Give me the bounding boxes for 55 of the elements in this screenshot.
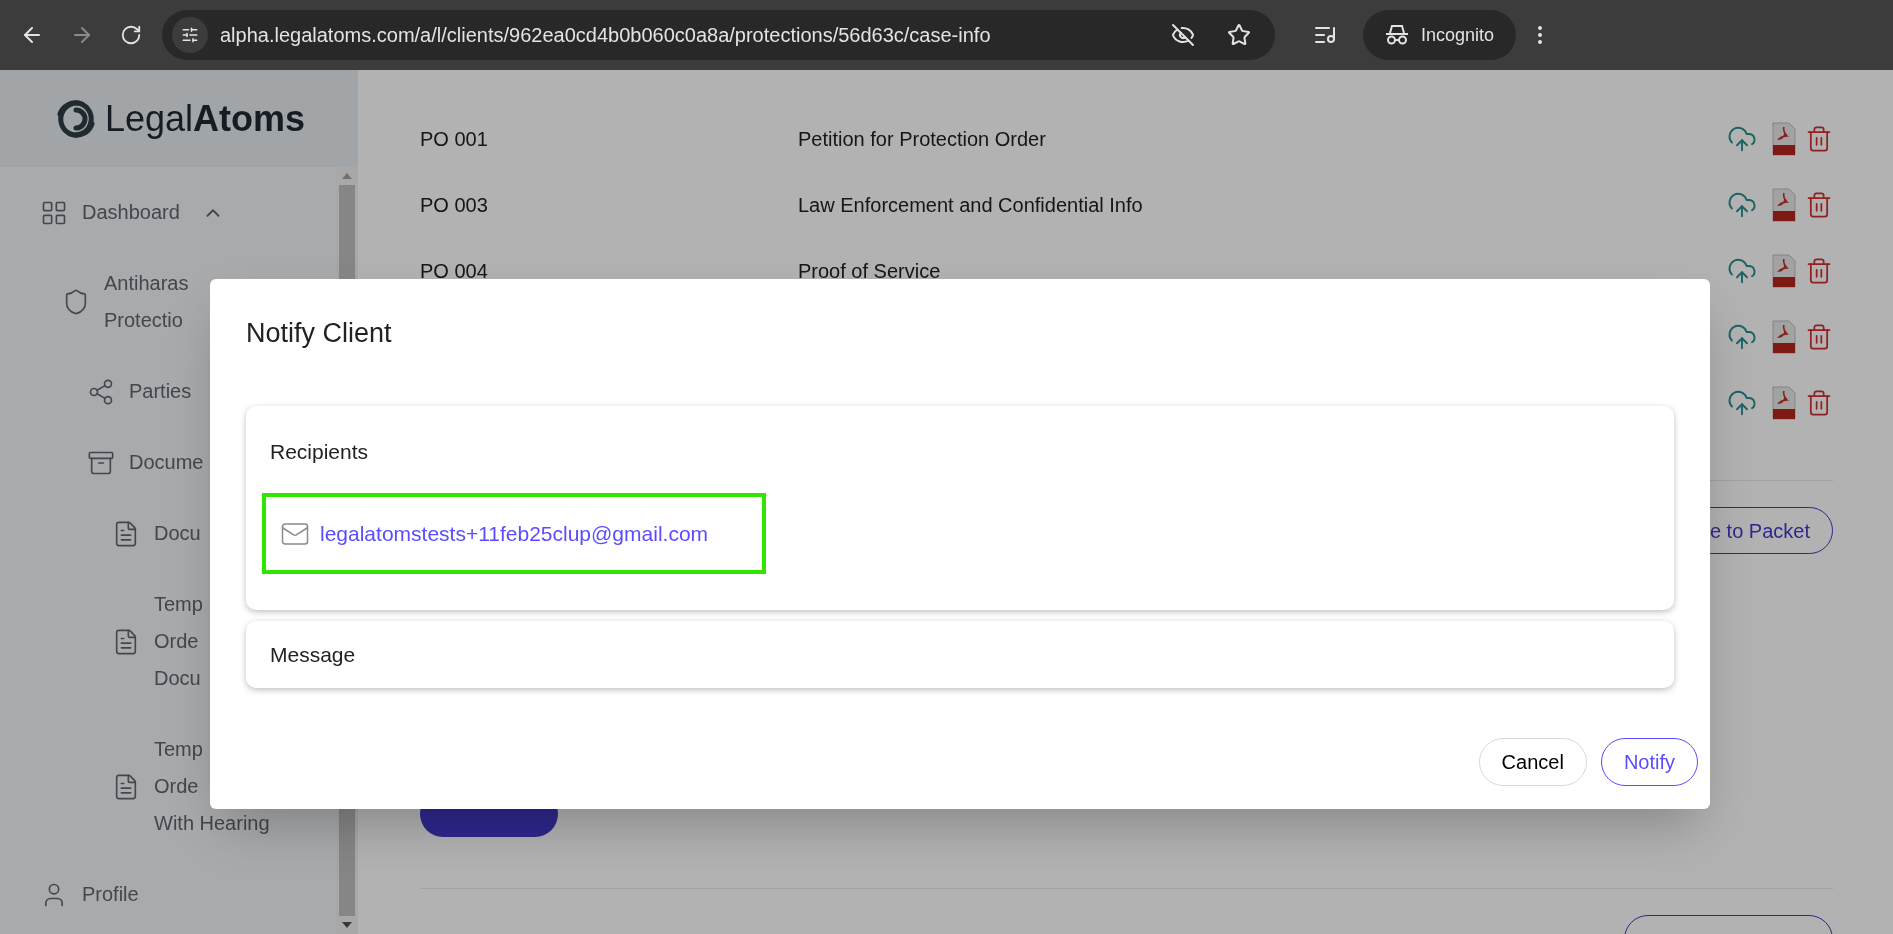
sidebar-item[interactable]: Parties <box>0 356 336 427</box>
pdf-icon[interactable] <box>1771 122 1797 156</box>
site-settings-icon[interactable] <box>172 17 208 53</box>
trash-icon[interactable] <box>1805 257 1833 285</box>
message-label: Message <box>270 641 356 668</box>
sidebar-item-label: Antiharas <box>104 271 189 296</box>
highlighted-recipient[interactable]: legalatomstests+11feb25clup@gmail.com <box>262 493 767 574</box>
sidebar-item[interactable]: Temp Orde With Hearing <box>0 714 336 859</box>
share-icon <box>87 377 115 406</box>
scroll-down-icon[interactable] <box>342 922 352 928</box>
document-title: Proof of Service <box>798 259 941 284</box>
trash-icon[interactable] <box>1805 323 1833 351</box>
pdf-icon[interactable] <box>1771 188 1797 222</box>
pdf-icon[interactable] <box>1771 386 1797 420</box>
cloud-upload-icon[interactable] <box>1727 124 1757 154</box>
recipient-email[interactable]: legalatomstests+11feb25clup@gmail.com <box>320 517 709 550</box>
document-code: PO 001 <box>420 127 489 152</box>
sidebar-item-label: Temp <box>154 592 203 617</box>
cloud-upload-icon[interactable] <box>1727 190 1757 220</box>
sidebar-item-label: Docume <box>129 450 204 475</box>
sidebar-item-label: Temp <box>154 737 204 762</box>
reload-icon[interactable] <box>120 24 142 46</box>
trash-icon[interactable] <box>1805 389 1833 417</box>
profile-label: Incognito <box>1421 23 1495 47</box>
sidebar-item-label: Dashboard <box>82 200 180 225</box>
trash-icon[interactable] <box>1805 125 1833 153</box>
sidebar-item-label: Orde <box>154 774 200 799</box>
sidebar-item-label: Profile <box>82 882 139 907</box>
recipients-label: Recipients <box>270 438 370 465</box>
dialog-title: Notify Client <box>246 317 393 350</box>
sidebar-item-label: Docu <box>154 521 201 546</box>
document-code: PO 004 <box>420 259 489 284</box>
profile-chip[interactable]: Incognito <box>1363 10 1517 60</box>
address-bar[interactable]: alpha.legalatoms.com/a/l/clients/962ea0cd4b0b060c0a8a/protections/56d63c/case-info <box>162 10 1275 60</box>
document-title: Law Enforcement and Confidential Info <box>798 193 1143 218</box>
trash-icon[interactable] <box>1805 191 1833 219</box>
document-code: PO 003 <box>420 193 489 218</box>
sidebar-item-label: Protectio <box>104 308 184 333</box>
star-icon[interactable] <box>1227 23 1251 47</box>
eye-off-icon[interactable] <box>1171 23 1195 47</box>
pdf-icon[interactable] <box>1771 254 1797 288</box>
sidebar-item-label: With Hearing <box>154 811 270 836</box>
cloud-upload-icon[interactable] <box>1727 256 1757 286</box>
pdf-icon[interactable] <box>1771 320 1797 354</box>
sidebar-item-label: Parties <box>129 379 192 404</box>
sidebar-item-label: Orde <box>154 629 200 654</box>
sidebar-item[interactable]: Dashboard <box>0 177 336 248</box>
url-text: alpha.legalatoms.com/a/l/clients/962ea0cd4b0b060c0a8a/protections/56d63c/case-info <box>220 23 991 48</box>
document-title: Petition for Protection Order <box>798 127 1046 152</box>
sidebar-item[interactable]: Profile <box>0 859 336 930</box>
logo-text: LegalAtoms <box>104 96 306 141</box>
incognito-icon <box>1385 24 1409 46</box>
sidebar-item-label: Docu <box>154 666 202 691</box>
cloud-upload-icon[interactable] <box>1727 388 1757 418</box>
cloud-upload-icon[interactable] <box>1727 322 1757 352</box>
